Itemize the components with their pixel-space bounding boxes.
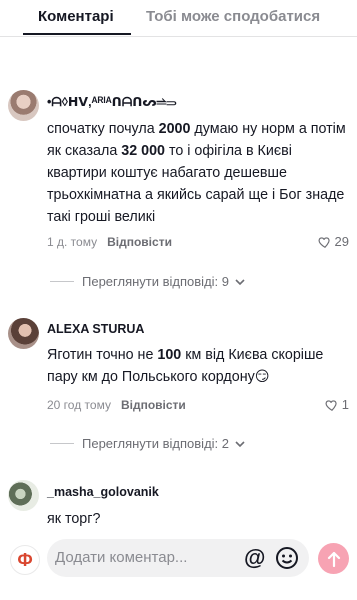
like-button[interactable]: 1 — [325, 397, 349, 412]
arrow-up-icon — [327, 551, 340, 567]
comment-meta: 1 д. тому Відповісти — [47, 235, 172, 249]
reply-button[interactable]: Відповісти — [121, 398, 186, 412]
divider-line — [50, 443, 74, 444]
divider-line — [50, 281, 74, 282]
emoji-icon[interactable] — [275, 546, 299, 570]
heart-icon — [325, 399, 337, 411]
comment-input[interactable]: Додати коментар... @ — [47, 539, 309, 577]
comment-author[interactable]: ALEXA STURUA — [47, 322, 144, 336]
comment-item: ALEXA STURUA Яготин точно не 100 км від … — [0, 318, 357, 458]
comment-author[interactable]: _masha_golovanik — [47, 485, 159, 499]
tab-comments[interactable]: Коментарі — [38, 8, 114, 25]
avatar[interactable] — [8, 90, 39, 121]
comment-time: 1 д. тому — [47, 235, 98, 249]
comment-text: Яготин точно не 100 км від Києва скоріше… — [47, 347, 324, 385]
reply-button[interactable]: Відповісти — [107, 235, 172, 249]
comment-text: як торг? — [47, 511, 101, 527]
comment-input-bar: Ф Додати коментар... @ — [0, 535, 357, 580]
comment-time: 20 год тому — [47, 398, 111, 412]
avatar[interactable] — [8, 318, 39, 349]
like-count: 29 — [334, 234, 349, 249]
tab-you-may-like[interactable]: Тобі може сподобатися — [146, 8, 320, 25]
like-count: 1 — [341, 397, 349, 412]
comment-item: _masha_golovanik як торг? — [0, 480, 357, 530]
view-replies-label: Переглянути відповіді: 2 — [82, 436, 229, 451]
like-button[interactable]: 29 — [318, 234, 349, 249]
chevron-down-icon — [235, 278, 245, 285]
view-replies-button[interactable]: Переглянути відповіді: 9 — [50, 274, 245, 289]
heart-icon — [318, 236, 330, 248]
avatar[interactable] — [8, 480, 39, 511]
comment-item: •ᗩ◊ᕼᐯ,ᴬᴿᴵᴬᑎᗩᑎᔕ⥬⥰ спочатку почула 2000 ду… — [0, 90, 357, 290]
comment-meta: 20 год тому Відповісти — [47, 398, 186, 412]
comment-input-placeholder: Додати коментар... — [55, 549, 188, 566]
comment-text: спочатку почула 2000 думаю ну норм а пот… — [47, 121, 346, 225]
my-avatar[interactable]: Ф — [10, 545, 40, 575]
comment-author[interactable]: •ᗩ◊ᕼᐯ,ᴬᴿᴵᴬᑎᗩᑎᔕ⥬⥰ — [47, 94, 177, 110]
mention-icon[interactable]: @ — [244, 545, 265, 571]
view-replies-button[interactable]: Переглянути відповіді: 2 — [50, 436, 245, 451]
view-replies-label: Переглянути відповіді: 9 — [82, 274, 229, 289]
active-tab-indicator — [23, 33, 131, 35]
send-button[interactable] — [318, 543, 349, 574]
comment-tabs: Коментарі Тобі може сподобатися — [0, 0, 357, 37]
chevron-down-icon — [235, 440, 245, 447]
